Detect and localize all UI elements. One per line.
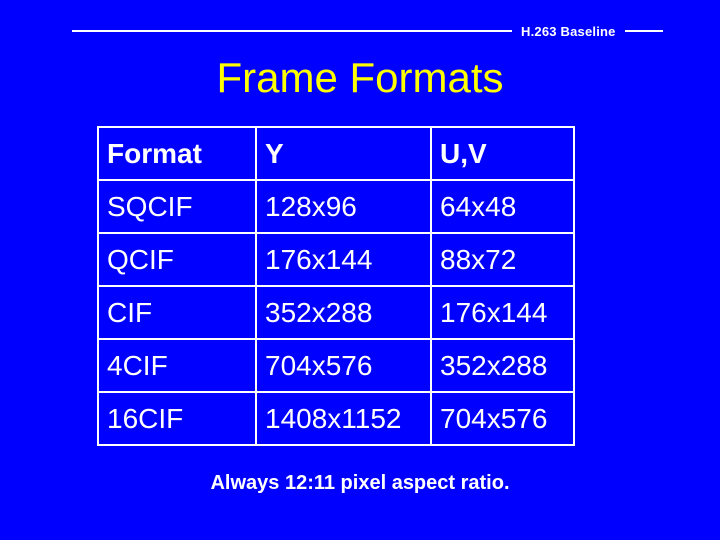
slide-root: { "slide": { "background_color": "#0000F…: [0, 0, 720, 540]
column-header-uv: U,V: [430, 126, 575, 181]
cell-y: 704x576: [255, 338, 432, 393]
cell-format: 16CIF: [97, 391, 257, 446]
column-header-format: Format: [97, 126, 257, 181]
frame-formats-table: Format Y U,V SQCIF 128x96 64x48 QCIF 176…: [97, 126, 575, 446]
column-header-y: Y: [255, 126, 432, 181]
cell-y: 128x96: [255, 179, 432, 234]
footer-note: Always 12:11 pixel aspect ratio.: [210, 472, 510, 494]
cell-uv: 176x144: [430, 285, 575, 340]
cell-y: 352x288: [255, 285, 432, 340]
header-section-label: H.263 Baseline: [521, 23, 616, 39]
table-row: CIF 352x288 176x144: [97, 285, 575, 340]
slide-header: H.263 Baseline: [0, 18, 720, 44]
header-rule-right: [624, 30, 663, 32]
cell-uv: 64x48: [430, 179, 575, 234]
table-row: QCIF 176x144 88x72: [97, 232, 575, 287]
table-row: 16CIF 1408x1152 704x576: [97, 391, 575, 446]
cell-format: 4CIF: [97, 338, 257, 393]
header-rule-left: [72, 30, 512, 32]
table-header: Format Y U,V: [97, 126, 575, 181]
frame-formats-table-container: Format Y U,V SQCIF 128x96 64x48 QCIF 176…: [97, 126, 575, 446]
cell-y: 176x144: [255, 232, 432, 287]
cell-format: QCIF: [97, 232, 257, 287]
table-row: 4CIF 704x576 352x288: [97, 338, 575, 393]
cell-format: SQCIF: [97, 179, 257, 234]
cell-y: 1408x1152: [255, 391, 432, 446]
cell-uv: 352x288: [430, 338, 575, 393]
cell-uv: 704x576: [430, 391, 575, 446]
table-row: SQCIF 128x96 64x48: [97, 179, 575, 234]
table-body: SQCIF 128x96 64x48 QCIF 176x144 88x72 CI…: [97, 179, 575, 446]
cell-uv: 88x72: [430, 232, 575, 287]
table-header-row: Format Y U,V: [97, 126, 575, 181]
page-title: Frame Formats: [216, 54, 504, 101]
cell-format: CIF: [97, 285, 257, 340]
